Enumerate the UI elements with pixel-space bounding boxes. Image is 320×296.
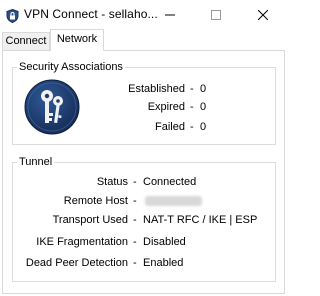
tab-connect[interactable]: Connect: [2, 32, 50, 50]
transport-used-value: NAT-T RFC / IKE | ESP: [143, 214, 258, 226]
redacted-host-blur: [145, 196, 202, 206]
established-value: 0: [200, 83, 207, 95]
security-associations-title: Security Associations: [17, 61, 125, 73]
status-label: Status: [96, 176, 128, 188]
ike-fragmentation-separator: -: [133, 236, 137, 248]
remote-host-separator: -: [133, 195, 137, 207]
close-button[interactable]: [240, 0, 286, 30]
tunnel-title: Tunnel: [17, 156, 55, 168]
maximize-button[interactable]: [193, 0, 239, 30]
expired-value: 0: [200, 101, 207, 113]
minimize-icon: [165, 14, 175, 16]
established-label: Established: [128, 83, 185, 95]
remote-host-label: Remote Host: [63, 195, 128, 207]
minimize-button[interactable]: [147, 0, 193, 30]
ike-fragmentation-value: Disabled: [143, 236, 186, 248]
established-separator: -: [190, 83, 194, 95]
transport-used-label: Transport Used: [52, 214, 128, 226]
shield-lock-icon: [6, 8, 19, 26]
dead-peer-detection-separator: -: [133, 257, 137, 269]
transport-used-separator: -: [133, 214, 137, 226]
keys-icon: [24, 79, 80, 138]
window-title: VPN Connect - sellaho...: [24, 7, 158, 21]
dead-peer-detection-value: Enabled: [143, 257, 184, 269]
title-bar[interactable]: VPN Connect - sellaho...: [0, 0, 286, 30]
dead-peer-detection-label: Dead Peer Detection: [25, 257, 128, 269]
status-value: Connected: [143, 176, 197, 188]
failed-value: 0: [200, 121, 207, 133]
ike-fragmentation-label: IKE Fragmentation: [36, 236, 128, 248]
status-separator: -: [133, 176, 137, 188]
expired-separator: -: [190, 101, 194, 113]
close-icon: [258, 10, 268, 20]
expired-label: Expired: [147, 101, 185, 113]
maximize-icon: [211, 10, 221, 20]
tab-network[interactable]: Network: [50, 29, 104, 51]
failed-separator: -: [190, 121, 194, 133]
failed-label: Failed: [155, 121, 185, 133]
